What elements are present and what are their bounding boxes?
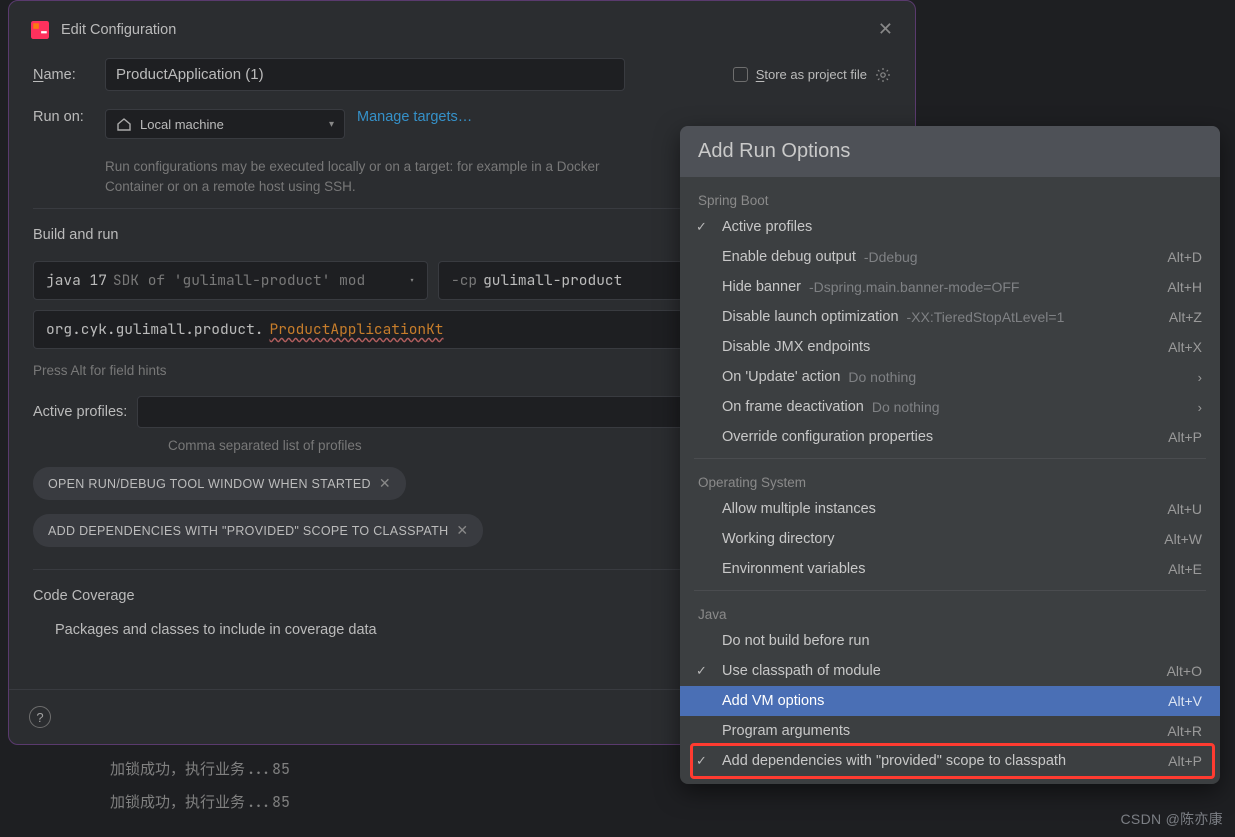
home-icon [116,116,132,132]
close-icon[interactable]: ✕ [456,522,468,539]
manage-targets-link[interactable]: Manage targets… [357,109,472,125]
main-class-name: ProductApplicationKt [270,320,444,339]
option-tag-provided-scope[interactable]: ADD DEPENDENCIES WITH "PROVIDED" SCOPE T… [33,514,483,547]
close-icon[interactable]: ✕ [379,475,391,492]
menu-item-label: Active profiles [722,219,812,235]
menu-item-label: Disable launch optimization [722,309,899,325]
run-hint: Run configurations may be executed local… [105,157,625,196]
menu-separator [694,458,1206,459]
console-output: 加锁成功，执行业务...85 加锁成功，执行业务...85 [110,753,290,819]
menu-item[interactable]: ✓ Add dependencies with "provided" scope … [680,746,1220,776]
popup-group-label: Spring Boot [680,183,1220,212]
menu-item-label: Working directory [722,531,835,547]
menu-item-shortcut: Alt+H [1167,279,1202,295]
menu-item-label: Use classpath of module [722,663,881,679]
store-checkbox[interactable] [733,67,748,82]
check-icon: ✓ [696,753,707,769]
menu-item-label: Disable JMX endpoints [722,339,870,355]
tag-label: ADD DEPENDENCIES WITH "PROVIDED" SCOPE T… [48,524,448,538]
menu-item[interactable]: Override configuration properties Alt+P [680,422,1220,452]
menu-item[interactable]: Environment variables Alt+E [680,554,1220,584]
menu-item[interactable]: ✓ Use classpath of module Alt+O [680,656,1220,686]
menu-item-shortcut: Alt+R [1167,723,1202,739]
jdk-select[interactable]: java 17 SDK of 'gulimall-product' mod ▾ [33,261,428,300]
menu-item[interactable]: Enable debug output -Ddebug Alt+D [680,242,1220,272]
popup-title: Add Run Options [680,126,1220,177]
name-input[interactable] [105,58,625,91]
menu-item[interactable]: Working directory Alt+W [680,524,1220,554]
chevron-down-icon: ▾ [409,274,415,287]
menu-item-label: On frame deactivation [722,399,864,415]
menu-item-label: Environment variables [722,561,865,577]
menu-item-hint: -XX:TieredStopAtLevel=1 [907,309,1065,325]
menu-item-shortcut: Alt+P [1168,429,1202,445]
name-label: Name: [33,67,93,83]
console-line: 加锁成功，执行业务...85 [110,786,290,819]
option-tag-open-tool-window[interactable]: OPEN RUN/DEBUG TOOL WINDOW WHEN STARTED … [33,467,406,500]
menu-item[interactable]: Do not build before run [680,626,1220,656]
menu-item-hint: Do nothing [872,399,940,415]
menu-item-shortcut: Alt+Z [1169,309,1202,325]
menu-item-label: On 'Update' action [722,369,840,385]
sdk-hint: SDK of 'gulimall-product' mod [113,271,365,290]
popup-group-label: Java [680,597,1220,626]
run-on-value: Local machine [140,117,224,132]
menu-item-shortcut: Alt+V [1168,693,1202,709]
popup-group-label: Operating System [680,465,1220,494]
menu-item-shortcut: Alt+P [1168,753,1202,769]
menu-item-shortcut: Alt+D [1167,249,1202,265]
menu-item-label: Override configuration properties [722,429,933,445]
menu-item-shortcut: Alt+W [1164,531,1202,547]
menu-separator [694,590,1206,591]
close-icon[interactable]: ✕ [878,19,893,40]
main-class-package: org.cyk.gulimall.product. [46,320,264,339]
intellij-icon [31,21,49,39]
menu-item-label: Add VM options [722,693,824,709]
cp-prefix: -cp [451,271,477,290]
active-profiles-label: Active profiles: [33,404,127,420]
gear-icon[interactable] [875,67,891,83]
menu-item[interactable]: Add VM options Alt+V [680,686,1220,716]
menu-item-label: Add dependencies with "provided" scope t… [722,753,1066,769]
menu-item-shortcut: Alt+X [1168,339,1202,355]
store-label: Store as project file [756,67,867,82]
menu-item-shortcut: Alt+O [1167,663,1202,679]
menu-item[interactable]: ✓ Active profiles [680,212,1220,242]
cp-module: gulimall-product [483,271,622,290]
menu-item-label: Program arguments [722,723,850,739]
check-icon: ✓ [696,219,707,235]
run-on-label: Run on: [33,109,93,125]
menu-item-shortcut: Alt+E [1168,561,1202,577]
java-version: java 17 [46,271,107,290]
menu-item-shortcut: Alt+U [1167,501,1202,517]
chevron-right-icon: › [1198,400,1202,415]
check-icon: ✓ [696,663,707,679]
console-line: 加锁成功，执行业务...85 [110,753,290,786]
add-run-options-popup: Add Run Options Spring Boot ✓ Active profi… [680,126,1220,784]
run-on-select[interactable]: Local machine ▾ [105,109,345,139]
menu-item[interactable]: On frame deactivation Do nothing › [680,392,1220,422]
menu-item[interactable]: On 'Update' action Do nothing › [680,362,1220,392]
menu-item-hint: Do nothing [848,369,916,385]
menu-item[interactable]: Hide banner -Dspring.main.banner-mode=OFF… [680,272,1220,302]
watermark: CSDN @陈亦康 [1121,809,1223,829]
menu-item-hint: -Ddebug [864,249,918,265]
dialog-title: Edit Configuration [61,22,176,38]
menu-item[interactable]: Disable JMX endpoints Alt+X [680,332,1220,362]
menu-item-label: Do not build before run [722,633,870,649]
menu-item[interactable]: Allow multiple instances Alt+U [680,494,1220,524]
tag-label: OPEN RUN/DEBUG TOOL WINDOW WHEN STARTED [48,477,371,491]
menu-item-label: Hide banner [722,279,801,295]
chevron-down-icon: ▾ [329,119,334,130]
menu-item-hint: -Dspring.main.banner-mode=OFF [809,279,1019,295]
menu-item-label: Allow multiple instances [722,501,876,517]
menu-item[interactable]: Disable launch optimization -XX:TieredSto… [680,302,1220,332]
menu-item-label: Enable debug output [722,249,856,265]
help-button[interactable]: ? [29,706,51,728]
menu-item[interactable]: Program arguments Alt+R [680,716,1220,746]
chevron-right-icon: › [1198,370,1202,385]
